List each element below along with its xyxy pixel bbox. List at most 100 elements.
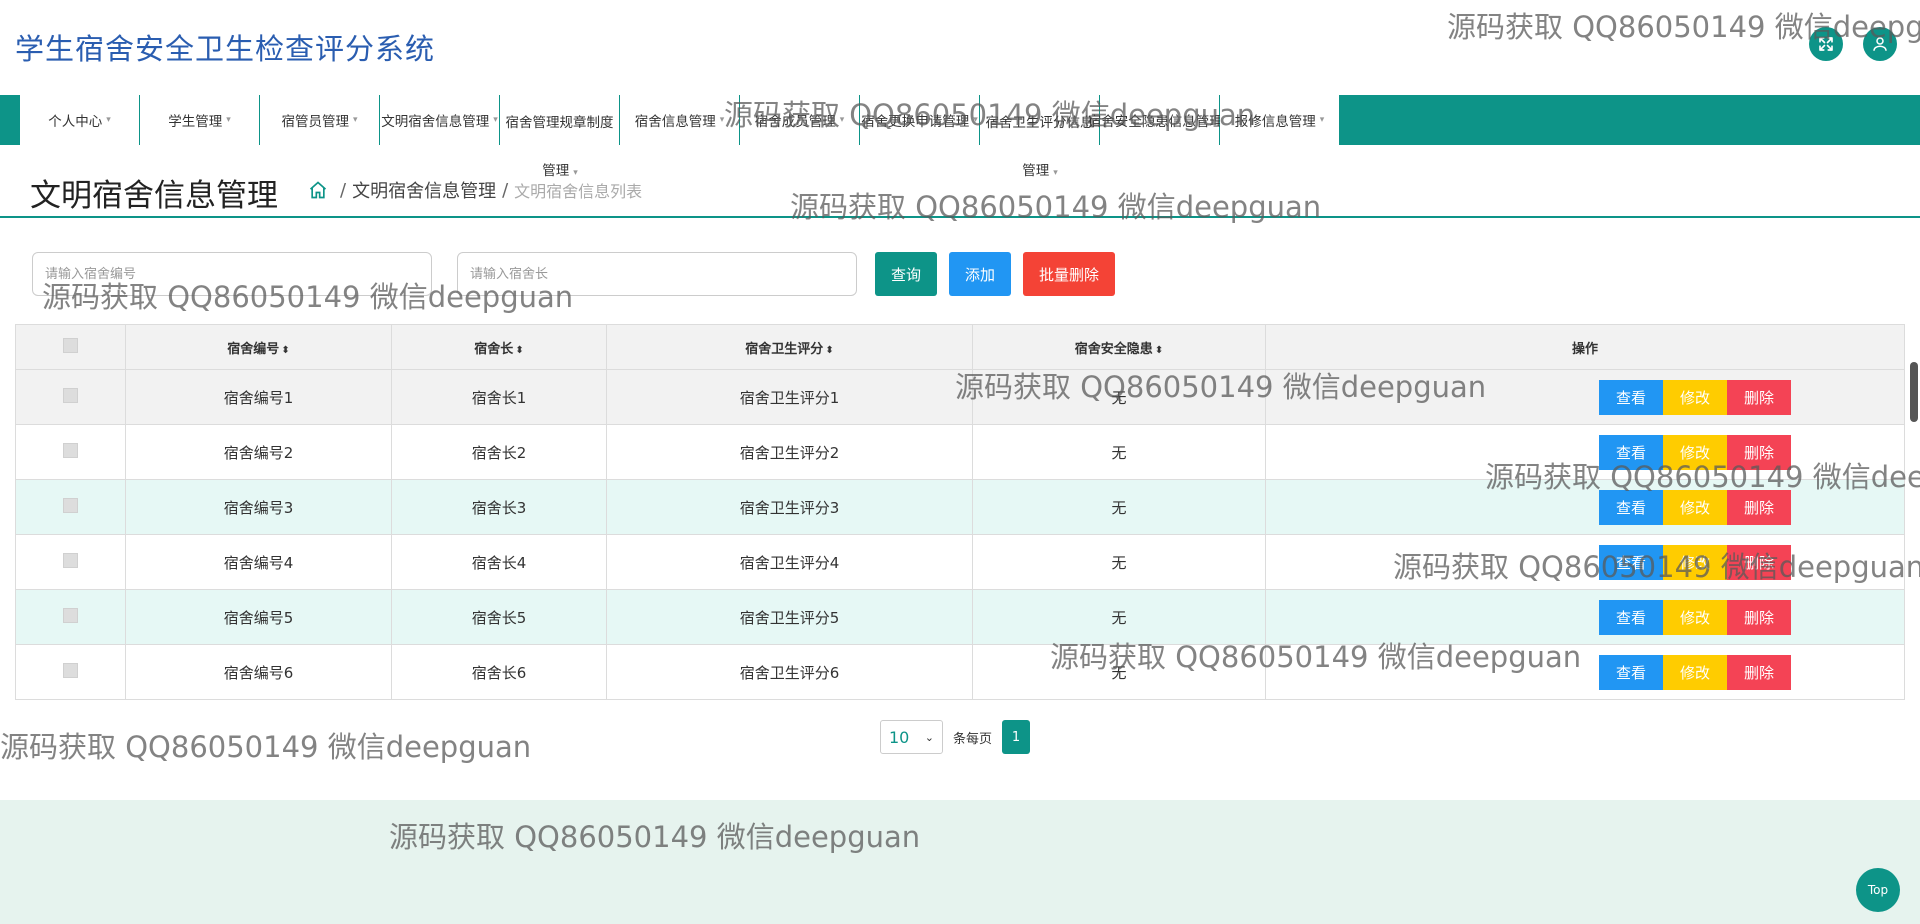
breadcrumb-parent[interactable]: 文明宿舍信息管理 [352, 177, 496, 203]
nav-item-7[interactable]: 宿舍更换申请管理 ▾ [860, 95, 980, 145]
view-button[interactable]: 查看 [1599, 434, 1663, 470]
view-button[interactable]: 查看 [1599, 489, 1663, 525]
row-checkbox[interactable] [63, 497, 78, 513]
app-header: 学生宿舍安全卫生检查评分系统 [0, 0, 1920, 95]
table-header-row: 宿舍编号 ⬍ 宿舍长 ⬍ 宿舍卫生评分 ⬍ 宿舍安全隐患 ⬍ 操作 [15, 324, 1905, 370]
row-select-cell [15, 534, 126, 590]
row-checkbox[interactable] [63, 552, 78, 568]
row-checkbox[interactable] [63, 387, 78, 403]
delete-button[interactable]: 删除 [1727, 654, 1791, 690]
nav-item-label: 宿舍成员管理 [754, 114, 836, 130]
query-button[interactable]: 查询 [875, 252, 938, 296]
delete-button[interactable]: 删除 [1727, 544, 1791, 580]
cell-dorm-no: 宿舍编号1 [125, 369, 392, 425]
per-page-label: 条每页 [953, 731, 993, 747]
user-menu-button[interactable] [1863, 27, 1897, 61]
row-checkbox[interactable] [63, 607, 78, 623]
add-button[interactable]: 添加 [949, 252, 1012, 296]
nav-item-1[interactable]: 学生管理 ▾ [140, 95, 260, 145]
cell-leader: 宿舍长5 [391, 589, 607, 645]
sort-icon[interactable]: ⬍ [1155, 345, 1163, 356]
view-button[interactable]: 查看 [1599, 544, 1663, 580]
scrollbar-thumb[interactable] [1910, 362, 1918, 422]
col-hazard[interactable]: 宿舍安全隐患 ⬍ [972, 324, 1266, 370]
sort-icon[interactable]: ⬍ [515, 345, 523, 356]
nav-item-10[interactable]: 报修信息管理 ▾ [1220, 95, 1340, 145]
nav-item-2[interactable]: 宿管员管理 ▾ [260, 95, 380, 145]
sort-icon[interactable]: ⬍ [281, 345, 289, 356]
select-all-cell [15, 324, 126, 370]
col-dorm-no[interactable]: 宿舍编号 ⬍ [125, 324, 392, 370]
top-nav: 个人中心 ▾ 学生管理 ▾ 宿管员管理 ▾ 文明宿舍信息管理 ▾ 宿舍管理规章制度 管理 ▾ 宿舍信息… [0, 95, 1920, 179]
chevron-down-icon: ⌄ [924, 730, 934, 744]
fullscreen-button[interactable] [1809, 27, 1843, 61]
edit-button[interactable]: 修改 [1663, 379, 1727, 415]
table-row: 宿舍编号2 宿舍长2 宿舍卫生评分2 无查看 修改 删除 [15, 424, 1905, 480]
row-select-cell [15, 369, 126, 425]
nav-item-9[interactable]: 宿舍安全隐患信息管理▾ [1088, 95, 1231, 145]
dorm-leader-search-input[interactable] [457, 252, 857, 296]
cell-score: 宿舍卫生评分4 [606, 534, 973, 590]
delete-button[interactable]: 删除 [1727, 379, 1791, 415]
cell-leader: 宿舍长2 [391, 424, 607, 480]
caret-down-icon: ▾ [1319, 115, 1325, 125]
caret-down-icon: ▾ [719, 115, 725, 125]
table-row: 宿舍编号6 宿舍长6 宿舍卫生评分6 无查看 修改 删除 [15, 644, 1905, 700]
caret-down-icon: ▾ [973, 115, 978, 125]
select-all-checkbox[interactable] [63, 337, 78, 353]
view-button[interactable]: 查看 [1599, 599, 1663, 635]
batch-delete-button[interactable]: 批量删除 [1023, 252, 1116, 296]
edit-button[interactable]: 修改 [1663, 489, 1727, 525]
nav-item-label: 个人中心 [48, 114, 103, 130]
cell-hazard: 无 [972, 424, 1266, 480]
cell-hazard: 无 [972, 369, 1266, 425]
delete-button[interactable]: 删除 [1727, 599, 1791, 635]
nav-item-5[interactable]: 宿舍信息管理 ▾ [620, 95, 740, 145]
nav-item-label: 宿舍卫生评分信息 [985, 115, 1094, 131]
edit-button[interactable]: 修改 [1663, 599, 1727, 635]
page-number-button[interactable]: 1 [1002, 720, 1031, 754]
row-checkbox[interactable] [63, 662, 78, 678]
col-leader[interactable]: 宿舍长 ⬍ [391, 324, 607, 370]
edit-button[interactable]: 修改 [1663, 434, 1727, 470]
view-button[interactable]: 查看 [1599, 654, 1663, 690]
nav-item-0[interactable]: 个人中心 ▾ [20, 95, 140, 145]
caret-down-icon: ▾ [493, 115, 498, 125]
user-icon [1873, 37, 1887, 51]
page-size-select[interactable]: 10 ⌄ [880, 720, 943, 754]
nav-item-8[interactable]: 宿舍卫生评分信息 管理 ▾ [980, 95, 1100, 179]
table-row: 宿舍编号1 宿舍长1 宿舍卫生评分1 无查看 修改 删除 [15, 369, 1905, 425]
sort-icon[interactable]: ⬍ [825, 345, 833, 356]
caret-down-icon: ▾ [839, 115, 845, 125]
nav-item-3[interactable]: 文明宿舍信息管理 ▾ [380, 95, 500, 145]
back-to-top-button[interactable]: Top [1856, 868, 1900, 912]
nav-item-4[interactable]: 宿舍管理规章制度 管理 ▾ [500, 95, 620, 179]
delete-button[interactable]: 删除 [1727, 489, 1791, 525]
nav-item-label: 文明宿舍信息管理 [381, 114, 490, 130]
caret-down-icon: ▾ [226, 115, 231, 125]
cell-score: 宿舍卫生评分3 [606, 479, 973, 535]
row-select-cell [15, 644, 126, 700]
home-icon[interactable] [308, 180, 328, 200]
cell-actions: 查看 修改 删除 [1265, 534, 1905, 590]
cell-hazard: 无 [972, 589, 1266, 645]
nav-item-6[interactable]: 宿舍成员管理 ▾ [740, 95, 860, 145]
row-checkbox[interactable] [63, 442, 78, 458]
cell-hazard: 无 [972, 479, 1266, 535]
cell-actions: 查看 修改 删除 [1265, 424, 1905, 480]
cell-leader: 宿舍长3 [391, 479, 607, 535]
cell-leader: 宿舍长1 [391, 369, 607, 425]
col-score[interactable]: 宿舍卫生评分 ⬍ [606, 324, 973, 370]
nav-item-label: 报修信息管理 [1234, 114, 1316, 130]
delete-button[interactable]: 删除 [1727, 434, 1791, 470]
cell-actions: 查看 修改 删除 [1265, 369, 1905, 425]
view-button[interactable]: 查看 [1599, 379, 1663, 415]
footer [0, 800, 1920, 924]
edit-button[interactable]: 修改 [1663, 654, 1727, 690]
edit-button[interactable]: 修改 [1663, 544, 1727, 580]
cell-hazard: 无 [972, 644, 1266, 700]
caret-down-icon: ▾ [106, 115, 111, 125]
dorm-no-search-input[interactable] [32, 252, 432, 296]
nav-item-label: 宿舍信息管理 [634, 114, 716, 130]
search-bar: 查询 添加 批量删除 [32, 252, 1116, 296]
